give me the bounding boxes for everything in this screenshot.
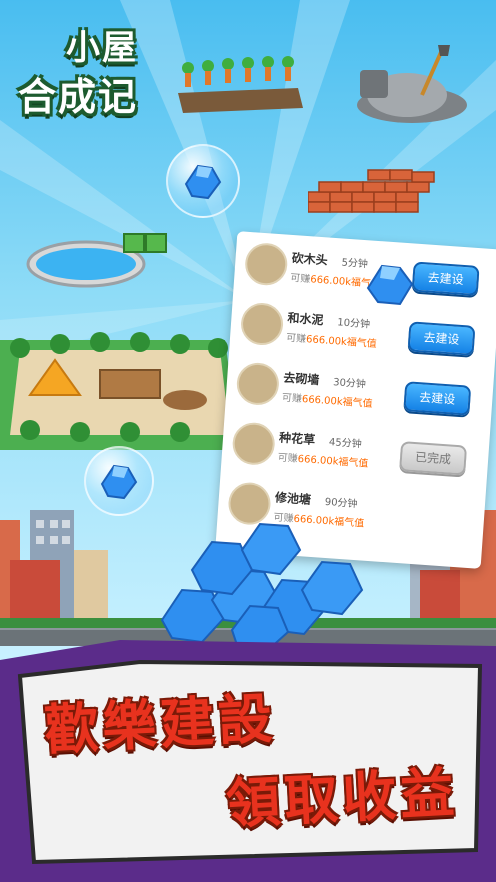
chop-wood-avatar (243, 241, 289, 287)
mix-cement-avatar (239, 301, 285, 347)
gem-pile-illustration (160, 522, 364, 652)
gem-bubble-top[interactable] (166, 144, 240, 218)
cement-pile-illustration (357, 45, 467, 123)
task-time: 30分钟 (332, 377, 367, 391)
brick-wall-illustration (308, 169, 435, 213)
gem-icon (366, 264, 414, 306)
game-scene: 小屋 合成记 砍木头 5分钟 可赚666.00k福气值 去建设 和水泥 10分钟… (0, 0, 496, 882)
game-logo: 小屋 合成记 (18, 20, 168, 120)
task-earn: 可赚666.00k福气值 (285, 332, 378, 351)
task-name: 修池塘 (274, 490, 312, 507)
task-name: 砍木头 (291, 250, 329, 268)
task-name: 去砌墙 (282, 370, 320, 388)
task-earn: 可赚666.00k福气值 (277, 452, 369, 470)
banner-headline-2: 領取收益 (224, 760, 460, 837)
task-time: 45分钟 (328, 437, 362, 451)
logo-line-2: 合成记 (18, 75, 139, 119)
logo-line-1: 小屋 (66, 28, 138, 68)
task-name: 和水泥 (287, 310, 324, 328)
banner-headline-1: 歡樂建設 (42, 686, 278, 763)
build-wall-avatar (235, 361, 281, 407)
task-earn: 可赚666.00k福气值 (281, 392, 373, 410)
park-illustration (0, 332, 240, 450)
task-time: 90分钟 (324, 496, 358, 511)
task-name: 种花草 (278, 430, 316, 448)
plant-flowers-avatar (231, 421, 277, 467)
gem-icon (184, 164, 222, 200)
garden-plot-illustration (178, 56, 303, 113)
task-time: 10分钟 (336, 317, 371, 331)
go-build-button[interactable]: 去建设 (407, 321, 476, 356)
paint-buckets-illustration (123, 233, 167, 253)
go-build-button[interactable]: 去建设 (403, 381, 472, 416)
completed-button[interactable]: 已完成 (399, 441, 468, 476)
